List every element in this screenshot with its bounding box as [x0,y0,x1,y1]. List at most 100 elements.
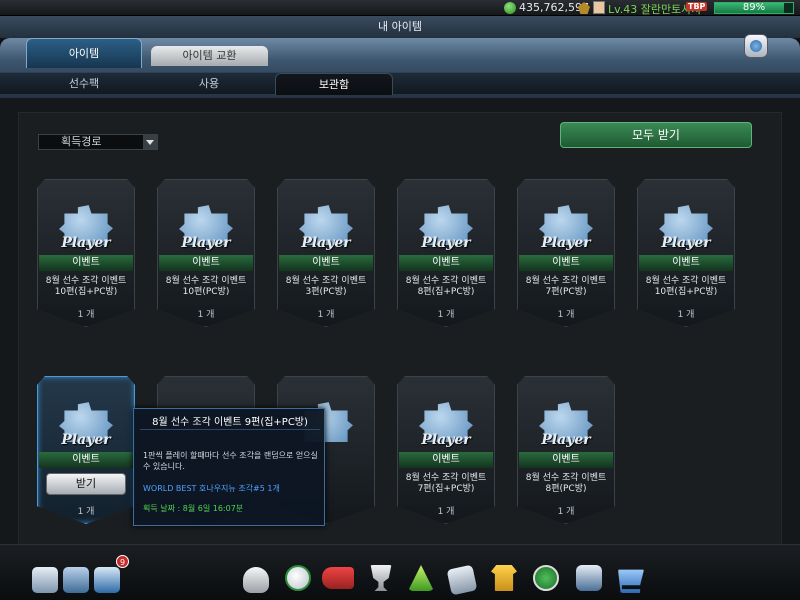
item-tooltip: 8월 선수 조각 이벤트 9편(집+PC방) 1판씩 플레이 할때마다 선수 조… [133,408,325,526]
card-type: Player [541,235,591,251]
eject-icon[interactable] [744,34,768,58]
window-title: 내 아이템 [0,16,800,38]
acquire-route-dropdown[interactable]: 획득경로 [38,134,158,150]
item-card[interactable]: Player 이벤트 8월 선수 조각 이벤트 3편(PC방) 1 개 [277,179,375,327]
card-type: Player [421,235,471,251]
subtab-player-pack[interactable]: 선수팩 [26,73,142,95]
card-name-line1: 8월 선수 조각 이벤트 [405,473,487,483]
item-card[interactable]: Player 이벤트 8월 선수 조각 이벤트 10편(집+PC방) 1 개 [637,179,735,327]
card-band: 이벤트 [39,452,133,468]
card-name-line2: 3편(PC방) [305,287,347,297]
chevron-down-icon[interactable] [143,135,157,149]
sub-tab-bar: 선수팩 사용 보관함 [0,72,800,95]
card-name: 8월 선수 조각 이벤트 10편(집+PC방) [639,276,733,298]
boots-icon[interactable] [322,567,354,589]
card-quantity: 1 개 [77,507,95,517]
item-card[interactable]: Player 이벤트 8월 선수 조각 이벤트 7편(PC방) 1 개 [517,179,615,327]
tooltip-reward: WORLD BEST 호나우지뉴 조각#5 1개 [143,484,280,493]
card-quantity: 1 개 [437,310,455,320]
card-name-line1: 8월 선수 조각 이벤트 [645,276,727,286]
card-frame [37,179,135,327]
item-card[interactable]: Player 이벤트 8월 선수 조각 이벤트 10편(집+PC방) 1 개 [37,179,135,327]
card-quantity: 1 개 [77,310,95,320]
card-type: Player [61,432,111,448]
receive-button[interactable]: 받기 [46,473,126,495]
card-name: 8월 선수 조각 이벤트 8편(집+PC방) [399,276,493,298]
card-name-line1: 8월 선수 조각 이벤트 [45,276,127,286]
card-name-line1: 8월 선수 조각 이벤트 [285,276,367,286]
card-frame [517,376,615,524]
tbp-badge: TBP [686,2,708,11]
tactics-icon[interactable] [446,564,478,596]
card-name-line2: 10편(PC방) [182,287,230,297]
item-card[interactable]: Player 이벤트 8월 선수 조각 이벤트 10편(PC방) 1 개 [157,179,255,327]
card-type: Player [301,235,351,251]
card-name-line2: 10편(집+PC방) [54,287,118,297]
card-name-line2: 10편(집+PC방) [654,287,718,297]
card-band: 이벤트 [399,255,493,271]
card-name: 8월 선수 조각 이벤트 7편(PC방) [519,276,613,298]
card-quantity: 1 개 [317,310,335,320]
tab-items[interactable]: 아이템 [26,38,142,68]
coin-icon [504,2,516,14]
card-type: Player [61,235,111,251]
item-card[interactable]: Player 이벤트 8월 선수 조각 이벤트 7편(집+PC방) 1 개 [397,376,495,524]
receive-all-button[interactable]: 모두 받기 [560,122,752,148]
card-band: 이벤트 [39,255,133,271]
subtab-storage[interactable]: 보관함 [275,73,393,95]
card-name-line1: 8월 선수 조각 이벤트 [405,276,487,286]
card-type: Player [181,235,231,251]
card-frame [517,179,615,327]
card-name-line2: 7편(집+PC방) [417,484,475,494]
tooltip-date: 획득 날짜 : 8월 6일 16:07분 [143,504,244,513]
item-card[interactable]: Player 이벤트 8월 선수 조각 이벤트 8편(PC방) 1 개 [517,376,615,524]
item-card[interactable]: Player 이벤트 8월 선수 조각 이벤트 8편(집+PC방) 1 개 [397,179,495,327]
card-name: 8월 선수 조각 이벤트 10편(집+PC방) [39,276,133,298]
card-icon[interactable] [576,565,602,591]
card-quantity: 1 개 [197,310,215,320]
card-name: 8월 선수 조각 이벤트 7편(집+PC방) [399,473,493,495]
shop-cart-icon[interactable] [618,569,644,593]
trophy-icon[interactable] [370,565,392,591]
subtab-use[interactable]: 사용 [150,73,268,95]
card-frame [157,179,255,327]
mail-count-badge: 9 [116,555,129,568]
card-frame [397,376,495,524]
card-band: 이벤트 [519,255,613,271]
avatar-icon [593,1,605,14]
tooltip-divider [140,429,320,430]
card-quantity: 1 개 [557,310,575,320]
mascot-icon[interactable] [32,567,58,593]
bottom-bar [0,544,800,600]
card-band: 이벤트 [519,452,613,468]
card-frame [37,376,135,524]
card-type: Player [661,235,711,251]
card-band: 이벤트 [279,255,373,271]
card-name: 8월 선수 조각 이벤트 3편(PC방) [279,276,373,298]
card-name: 8월 선수 조각 이벤트 10편(PC방) [159,276,253,298]
card-name-line2: 7편(PC방) [545,287,587,297]
mail-icon[interactable] [94,567,120,593]
card-name-line1: 8월 선수 조각 이벤트 [525,276,607,286]
tab-item-exchange[interactable]: 아이템 교환 [151,46,268,66]
whistle-icon[interactable] [243,567,269,593]
notice-icon[interactable] [63,567,89,593]
card-band: 이벤트 [399,452,493,468]
tooltip-description: 1판씩 플레이 할때마다 선수 조각을 랜덤으로 얻으실 수 있습니다. [143,451,318,471]
formation-icon[interactable] [408,565,434,591]
card-band: 이벤트 [159,255,253,271]
card-frame [397,179,495,327]
ball-icon[interactable] [285,565,311,591]
club-icon[interactable] [533,565,559,591]
battery-bar: 89% [714,2,794,14]
card-frame [637,179,735,327]
card-name-line2: 8편(PC방) [545,484,587,494]
card-band: 이벤트 [639,255,733,271]
item-card-selected[interactable]: Player 이벤트 받기 1 개 [37,376,135,524]
card-name: 8월 선수 조각 이벤트 8편(PC방) [519,473,613,495]
jersey-icon[interactable] [491,565,517,591]
card-frame [277,179,375,327]
card-quantity: 1 개 [677,310,695,320]
dropdown-value: 획득경로 [61,135,102,148]
card-name-line1: 8월 선수 조각 이벤트 [165,276,247,286]
